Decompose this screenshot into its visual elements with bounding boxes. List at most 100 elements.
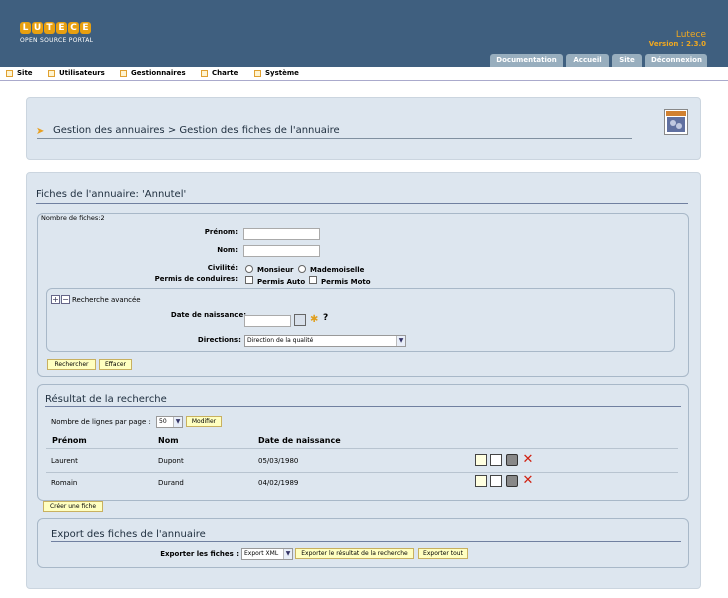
menu-item-label: Site — [17, 69, 33, 77]
asterisk-icon: ✱ — [310, 314, 319, 325]
export-result-button[interactable]: Exporter le résultat de la recherche — [295, 548, 414, 559]
menu-item-gestionnaires[interactable]: Gestionnaires — [120, 69, 186, 77]
tab-site[interactable]: Site — [612, 54, 642, 67]
divider — [37, 138, 632, 139]
help-icon[interactable]: ? — [323, 313, 328, 323]
folder-icon — [48, 69, 55, 77]
folder-icon — [120, 69, 127, 77]
folder-icon — [6, 69, 13, 77]
rows-per-page-label: Nombre de lignes par page : — [51, 418, 151, 426]
edit-icon[interactable] — [475, 475, 487, 487]
menu-item-site[interactable]: Site — [6, 69, 33, 77]
checkbox-label: Permis Auto — [257, 278, 306, 286]
tab-deconnexion[interactable]: Déconnexion — [645, 54, 707, 67]
advanced-search-label: Recherche avancée — [72, 296, 141, 304]
tab-documentation[interactable]: Documentation — [490, 54, 563, 67]
search-fieldset: Nombre de fiches:2 Prénom: Nom: Civilité… — [37, 213, 689, 377]
birth-date-label: Date de naissance: — [170, 311, 246, 319]
logo-letter: E — [80, 22, 91, 34]
prenom-label: Prénom: — [204, 228, 238, 236]
copy-icon[interactable] — [490, 475, 502, 487]
radio-label: Monsieur — [257, 266, 294, 274]
radio-label: Mademoiselle — [310, 266, 365, 274]
search-button[interactable]: Rechercher — [47, 359, 96, 370]
folder-icon — [254, 69, 261, 77]
modify-button[interactable]: Modifier — [186, 416, 222, 427]
chevron-down-icon: ▼ — [396, 336, 405, 346]
checkbox-permis-auto[interactable] — [245, 276, 253, 284]
menu-item-label: Gestionnaires — [131, 69, 186, 77]
nom-input[interactable] — [243, 245, 320, 257]
archive-icon[interactable] — [506, 454, 518, 466]
divider — [46, 448, 678, 449]
export-all-button[interactable]: Exporter tout — [418, 548, 468, 559]
calendar-icon[interactable] — [294, 314, 306, 326]
app-version: Version : 2.3.0 — [648, 40, 706, 48]
arrow-right-icon: ➤ — [36, 126, 45, 137]
divider — [46, 472, 678, 473]
birth-date-input[interactable] — [244, 315, 291, 327]
expand-icon[interactable]: + — [51, 295, 60, 304]
menu-item-label: Charte — [212, 69, 239, 77]
top-tabs: Documentation Accueil Site Déconnexion — [490, 54, 707, 67]
nom-label: Nom: — [217, 246, 238, 254]
export-title: Export des fiches de l'annuaire — [51, 529, 206, 540]
select-value: 50 — [159, 418, 167, 425]
directions-label: Directions: — [197, 336, 241, 344]
chevron-down-icon: ▼ — [173, 417, 182, 427]
select-value: Direction de la qualité — [247, 337, 314, 344]
radio-mademoiselle[interactable] — [298, 265, 306, 273]
breadcrumb[interactable]: Gestion des annuaires > Gestion des fich… — [53, 125, 340, 136]
menu-item-label: Système — [265, 69, 299, 77]
main-panel: Fiches de l'annuaire: 'Annutel' Nombre d… — [26, 172, 701, 589]
cell-nom: Durand — [158, 479, 184, 487]
directions-select[interactable]: Direction de la qualité ▼ — [244, 335, 406, 347]
divider — [36, 203, 688, 204]
results-title: Résultat de la recherche — [45, 394, 167, 405]
edit-icon[interactable] — [475, 454, 487, 466]
archive-icon[interactable] — [506, 475, 518, 487]
prenom-input[interactable] — [243, 228, 320, 240]
menu-item-charte[interactable]: Charte — [201, 69, 238, 77]
folder-icon — [201, 69, 208, 77]
copy-icon[interactable] — [490, 454, 502, 466]
menu-item-label: Utilisateurs — [59, 69, 105, 77]
column-header: Nom — [158, 436, 179, 445]
column-header: Prénom — [52, 436, 87, 445]
breadcrumb-panel: ➤ Gestion des annuaires > Gestion des fi… — [26, 97, 701, 160]
civilite-label: Civilité: — [207, 264, 238, 272]
cell-date: 05/03/1980 — [258, 457, 299, 465]
header-bar: L U T E C E OPEN SOURCE PORTAL Lutece Ve… — [0, 0, 728, 67]
divider — [45, 406, 681, 407]
advanced-search-fieldset: + − Recherche avancée Date de naissance:… — [46, 288, 675, 352]
radio-monsieur[interactable] — [245, 265, 253, 273]
rows-per-page-select[interactable]: 50 ▼ — [156, 416, 183, 428]
collapse-icon[interactable]: − — [61, 295, 70, 304]
results-fieldset: Résultat de la recherche Nombre de ligne… — [37, 384, 689, 501]
section-title: Fiches de l'annuaire: 'Annutel' — [36, 189, 187, 200]
checkbox-permis-moto[interactable] — [309, 276, 317, 284]
logo-letter: E — [56, 22, 67, 34]
cell-prenom: Laurent — [51, 457, 78, 465]
chevron-down-icon: ▼ — [283, 549, 292, 559]
tab-accueil[interactable]: Accueil — [566, 54, 609, 67]
logo-letter: C — [68, 22, 79, 34]
cell-date: 04/02/1989 — [258, 479, 299, 487]
create-record-button[interactable]: Créer une fiche — [43, 501, 103, 512]
delete-icon[interactable]: ✕ — [522, 453, 534, 466]
checkbox-label: Permis Moto — [321, 278, 371, 286]
divider — [51, 541, 681, 542]
cell-prenom: Romain — [51, 479, 78, 487]
logo-letter: T — [44, 22, 55, 34]
export-label: Exporter les fiches : — [160, 550, 239, 558]
logo-subtitle: OPEN SOURCE PORTAL — [20, 37, 94, 44]
menu-item-systeme[interactable]: Système — [254, 69, 299, 77]
export-format-select[interactable]: Export XML ▼ — [241, 548, 293, 560]
menu-bar: Site Utilisateurs Gestionnaires Charte S… — [0, 67, 728, 81]
directory-feature-icon — [664, 109, 688, 135]
clear-button[interactable]: Effacer — [99, 359, 132, 370]
cell-nom: Dupont — [158, 457, 184, 465]
delete-icon[interactable]: ✕ — [522, 474, 534, 487]
menu-item-utilisateurs[interactable]: Utilisateurs — [48, 69, 105, 77]
lutece-logo[interactable]: L U T E C E OPEN SOURCE PORTAL — [20, 22, 93, 44]
